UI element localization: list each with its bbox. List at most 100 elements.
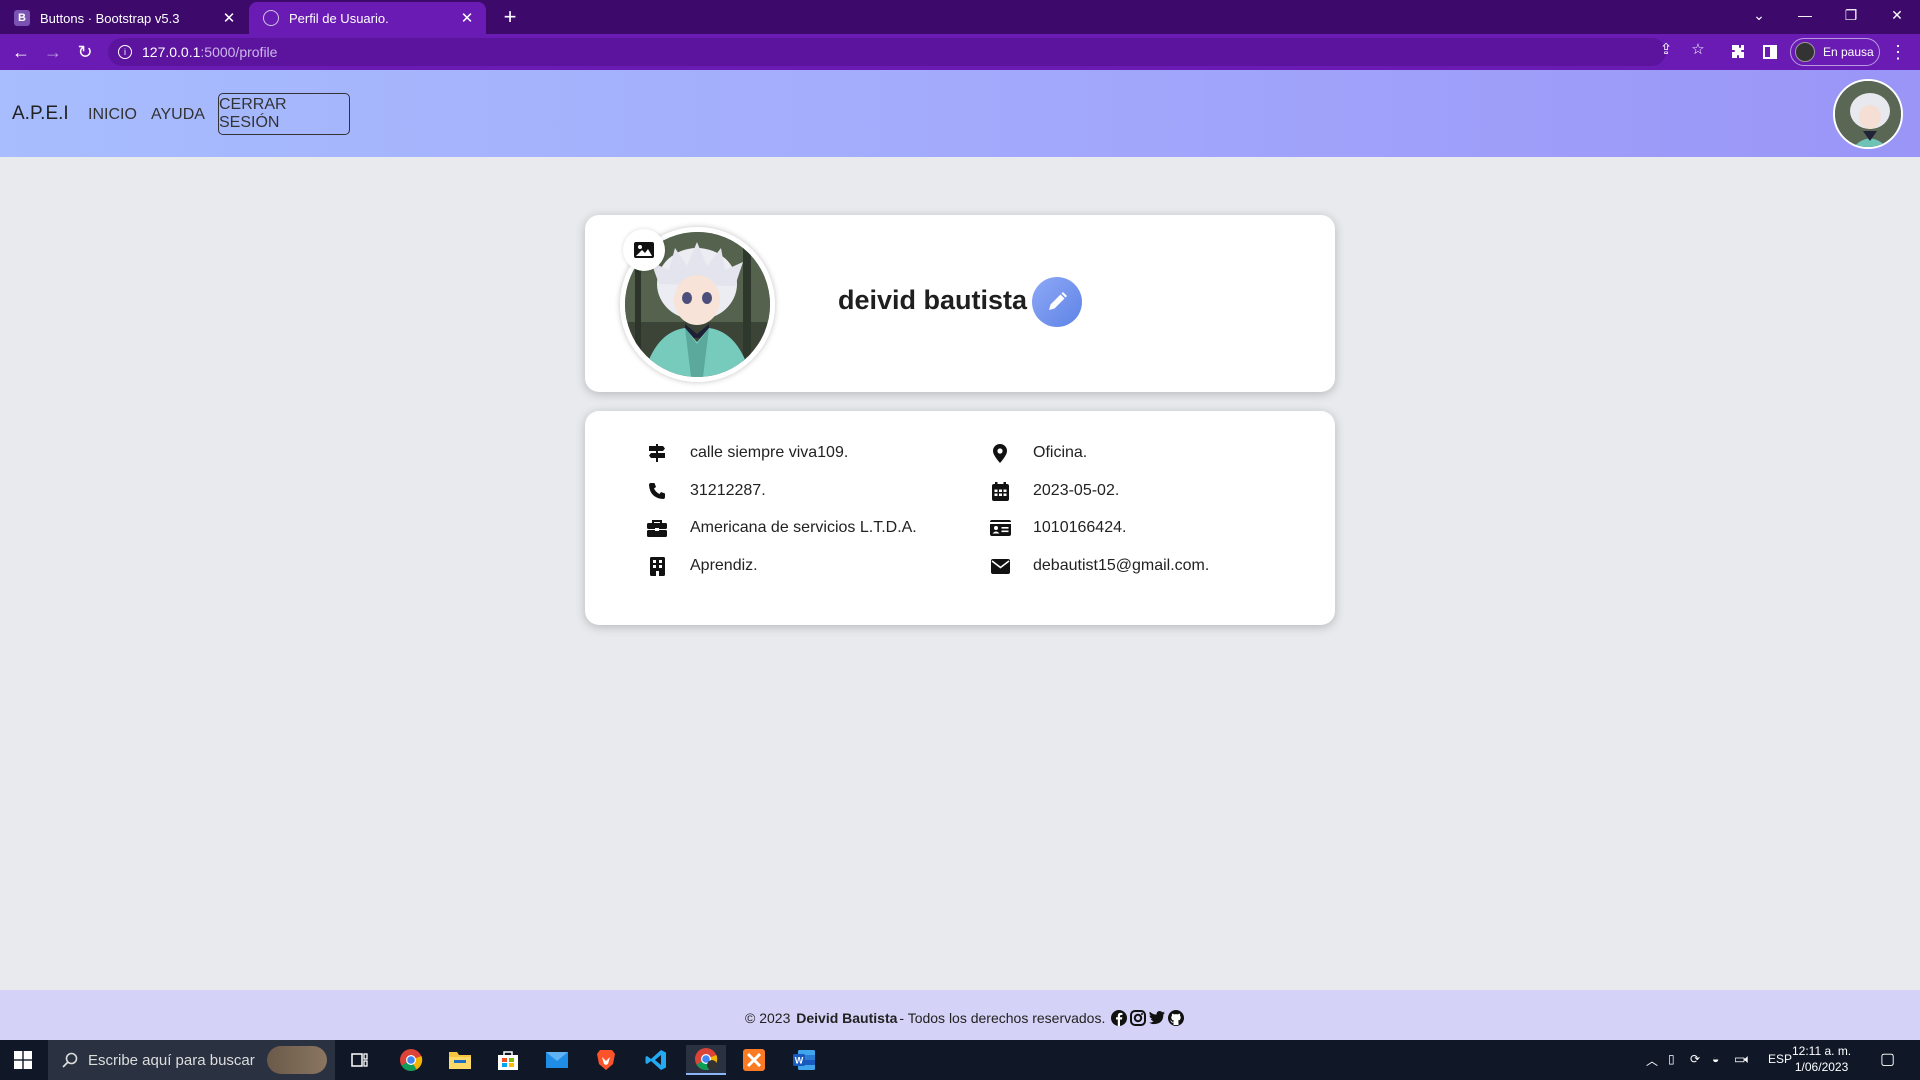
vscode-icon[interactable] <box>636 1045 676 1075</box>
profile-header-card: deivid bautista <box>585 215 1335 392</box>
address-bar[interactable]: i 127.0.0.1:5000/profile <box>108 38 1666 66</box>
edit-profile-button[interactable] <box>1032 277 1082 327</box>
word-icon[interactable]: W <box>784 1045 824 1075</box>
forward-button[interactable]: → <box>40 40 66 64</box>
chrome-profile-icon[interactable] <box>686 1045 726 1075</box>
url-path: :5000/profile <box>200 44 278 60</box>
info-position: Aprendiz. <box>646 556 758 576</box>
close-window-button[interactable]: ✕ <box>1874 0 1920 30</box>
close-tab-icon[interactable]: ✕ <box>458 9 476 27</box>
taskbar-search-box[interactable]: Escribe aquí para buscar <box>48 1040 335 1080</box>
info-id: 1010166424. <box>989 518 1126 538</box>
search-placeholder: Escribe aquí para buscar <box>88 1051 255 1069</box>
email-text: debautist15@gmail.com. <box>1033 557 1210 574</box>
language-indicator[interactable]: ESP <box>1768 1052 1792 1066</box>
tab-search-icon[interactable]: ⌄ <box>1736 0 1782 30</box>
notifications-icon[interactable]: ▢ <box>1880 1049 1895 1069</box>
wifi-icon[interactable]: ◒ <box>1712 1052 1719 1066</box>
signpost-icon <box>646 443 668 463</box>
instagram-icon[interactable] <box>1130 1010 1147 1026</box>
windows-logo-icon <box>14 1051 32 1069</box>
address-text: calle siempre viva109. <box>690 444 849 461</box>
globe-icon <box>263 10 279 26</box>
site-info-icon[interactable]: i <box>118 45 132 59</box>
url-host: 127.0.0.1 <box>142 44 201 60</box>
svg-text:W: W <box>795 1056 804 1066</box>
browser-tab-profile[interactable]: Perfil de Usuario. ✕ <box>249 2 486 34</box>
change-picture-button[interactable] <box>623 229 665 271</box>
phone-text: 31212287. <box>690 482 766 499</box>
logout-button[interactable]: CERRAR SESIÓN <box>218 93 350 135</box>
id-card-icon <box>989 518 1011 538</box>
github-icon[interactable] <box>1168 1010 1185 1026</box>
footer-copyright: © 2023 Deivid Bautista - Todos los derech… <box>745 1010 1185 1026</box>
back-button[interactable]: ← <box>8 40 34 64</box>
device-icon[interactable]: ▯ <box>1668 1052 1675 1066</box>
profile-info-card: calle siempre viva109. 31212287. America… <box>585 411 1335 625</box>
footer-author: Deivid Bautista <box>796 1010 898 1026</box>
microsoft-store-icon[interactable] <box>488 1045 528 1075</box>
info-phone: 31212287. <box>646 481 766 501</box>
profile-username: deivid bautista <box>838 285 1028 315</box>
share-icon[interactable]: ⇪ <box>1654 40 1678 58</box>
side-panel-icon[interactable] <box>1758 40 1782 64</box>
nav-link-ayuda[interactable]: AYUDA <box>151 106 205 124</box>
briefcase-icon <box>646 518 668 538</box>
close-tab-icon[interactable]: ✕ <box>220 9 238 27</box>
file-explorer-icon[interactable] <box>440 1045 480 1075</box>
browser-toolbar: ← → ↻ i 127.0.0.1:5000/profile ⇪ ☆ En pa… <box>0 34 1920 70</box>
clock-date: 1/06/2023 <box>1794 1060 1849 1074</box>
extensions-puzzle-icon[interactable] <box>1726 40 1750 64</box>
location-text: Oficina. <box>1033 444 1088 461</box>
profile-paused-button[interactable]: En pausa <box>1790 38 1880 66</box>
tab-title: Buttons · Bootstrap v5.3 <box>40 10 180 26</box>
id-text: 1010166424. <box>1033 519 1127 536</box>
system-clock[interactable]: 12:11 a. m. 1/06/2023 <box>1792 1043 1851 1075</box>
calendar-icon <box>989 481 1011 501</box>
show-hidden-icons-icon[interactable]: ︿ <box>1646 1052 1658 1069</box>
image-icon <box>634 242 654 258</box>
new-tab-button[interactable]: + <box>496 4 524 30</box>
restore-button[interactable]: ❐ <box>1828 0 1874 30</box>
phone-icon <box>646 481 668 501</box>
info-date: 2023-05-02. <box>989 481 1119 501</box>
copyright-suffix: - Todos los derechos reservados. <box>899 1010 1106 1026</box>
twitter-icon[interactable] <box>1149 1010 1166 1026</box>
windows-start-button[interactable] <box>0 1040 46 1080</box>
browser-tab-strip: B Buttons · Bootstrap v5.3 ✕ Perfil de U… <box>0 0 1920 34</box>
reload-button[interactable]: ↻ <box>72 40 98 64</box>
bootstrap-favicon-icon: B <box>14 10 30 26</box>
facebook-icon[interactable] <box>1111 1010 1128 1026</box>
info-company: Americana de servicios L.T.D.A. <box>646 518 917 538</box>
brave-icon[interactable] <box>586 1045 626 1075</box>
task-view-icon[interactable] <box>340 1045 380 1075</box>
bookmark-star-icon[interactable]: ☆ <box>1686 40 1710 58</box>
copyright-prefix: © 2023 <box>745 1010 791 1026</box>
update-icon[interactable]: ⟳ <box>1690 1052 1700 1066</box>
building-icon <box>646 556 668 576</box>
tab-title: Perfil de Usuario. <box>289 10 389 26</box>
clock-time: 12:11 a. m. <box>1792 1044 1852 1058</box>
site-navbar: A.P.E.I INICIO AYUDA CERRAR SESIÓN <box>0 70 1920 157</box>
search-icon <box>62 1052 78 1068</box>
profile-status: En pausa <box>1823 45 1874 59</box>
info-address: calle siempre viva109. <box>646 443 848 463</box>
pencil-icon <box>1049 292 1067 310</box>
date-text: 2023-05-02. <box>1033 482 1120 499</box>
mail-icon[interactable] <box>537 1045 577 1075</box>
company-text: Americana de servicios L.T.D.A. <box>690 519 917 536</box>
nav-link-inicio[interactable]: INICIO <box>88 106 137 124</box>
info-location: Oficina. <box>989 443 1087 463</box>
volume-icon[interactable]: 🔈︎ <box>1744 1052 1751 1067</box>
chrome-icon[interactable] <box>391 1045 431 1075</box>
minimize-button[interactable]: — <box>1782 0 1828 30</box>
location-pin-icon <box>989 443 1011 463</box>
profile-avatar <box>1795 42 1815 62</box>
xampp-icon[interactable] <box>734 1045 774 1075</box>
site-brand[interactable]: A.P.E.I <box>12 103 69 125</box>
browser-menu-icon[interactable]: ⋮ <box>1886 40 1910 64</box>
info-email: debautist15@gmail.com. <box>989 556 1209 576</box>
navbar-avatar[interactable] <box>1833 79 1903 149</box>
windows-taskbar: Escribe aquí para buscar W ︿ ▯ ⟳ ◒ ▭ 🔈︎ … <box>0 1040 1920 1080</box>
browser-tab-bootstrap[interactable]: B Buttons · Bootstrap v5.3 ✕ <box>0 2 248 34</box>
